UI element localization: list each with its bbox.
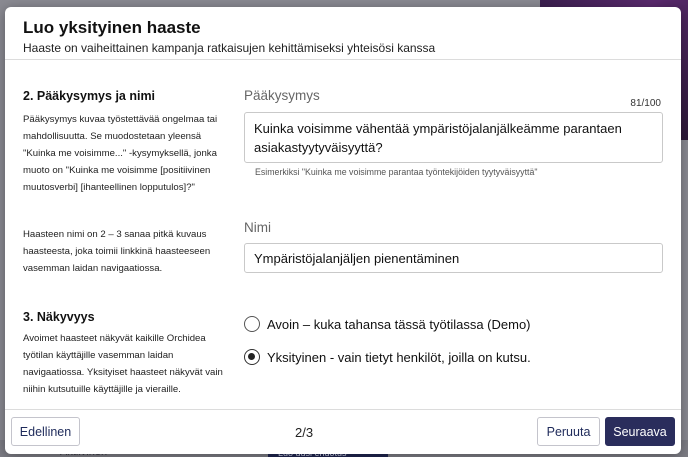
- modal-body: 2. Pääkysymys ja nimi Pääkysymys kuvaa t…: [5, 60, 681, 409]
- section-question-title: 2. Pääkysymys ja nimi: [23, 89, 156, 103]
- question-char-counter: 81/100: [630, 98, 661, 109]
- name-field-label: Nimi: [244, 220, 271, 235]
- visibility-option-open-label[interactable]: Avoin – kuka tahansa tässä työtilassa (D…: [267, 317, 531, 332]
- question-textarea[interactable]: Kuinka voisimme vähentää ympäristöjalanj…: [244, 112, 663, 163]
- modal-header: Luo yksityinen haaste Haaste on vaiheitt…: [5, 7, 681, 60]
- visibility-option-open[interactable]: Avoin – kuka tahansa tässä työtilassa (D…: [244, 314, 531, 334]
- name-input[interactable]: Ympäristöjalanjäljen pienentäminen: [244, 243, 663, 273]
- step-indicator: 2/3: [295, 425, 314, 440]
- radio-private[interactable]: [244, 349, 260, 365]
- form-fields: Pääkysymys 81/100 Kuinka voisimme vähent…: [244, 60, 664, 409]
- question-hint: Esimerkiksi "Kuinka me voisimme parantaa…: [255, 167, 538, 177]
- section-visibility-description: Avoimet haasteet näkyvät kaikille Orchid…: [23, 333, 223, 395]
- section-visibility-title: 3. Näkyvyys: [23, 310, 95, 324]
- section-name-description: Haasteen nimi on 2 – 3 sanaa pitkä kuvau…: [23, 229, 211, 274]
- modal-footer: Edellinen 2/3 Peruuta Seuraava: [5, 409, 681, 454]
- next-button[interactable]: Seuraava: [605, 417, 675, 446]
- create-challenge-modal: Luo yksityinen haaste Haaste on vaiheitt…: [5, 7, 681, 454]
- section-question-description: Pääkysymys kuvaa työstettävää ongelmaa t…: [23, 114, 218, 193]
- modal-subtitle: Haaste on vaiheittainen kampanja ratkais…: [23, 41, 436, 55]
- cancel-button[interactable]: Peruuta: [537, 417, 600, 446]
- visibility-option-private-label[interactable]: Yksityinen - vain tietyt henkilöt, joill…: [267, 350, 531, 365]
- question-field-label: Pääkysymys: [244, 88, 320, 103]
- visibility-option-private[interactable]: Yksityinen - vain tietyt henkilöt, joill…: [244, 347, 531, 367]
- modal-title: Luo yksityinen haaste: [23, 18, 201, 37]
- previous-button[interactable]: Edellinen: [11, 417, 80, 446]
- radio-open[interactable]: [244, 316, 260, 332]
